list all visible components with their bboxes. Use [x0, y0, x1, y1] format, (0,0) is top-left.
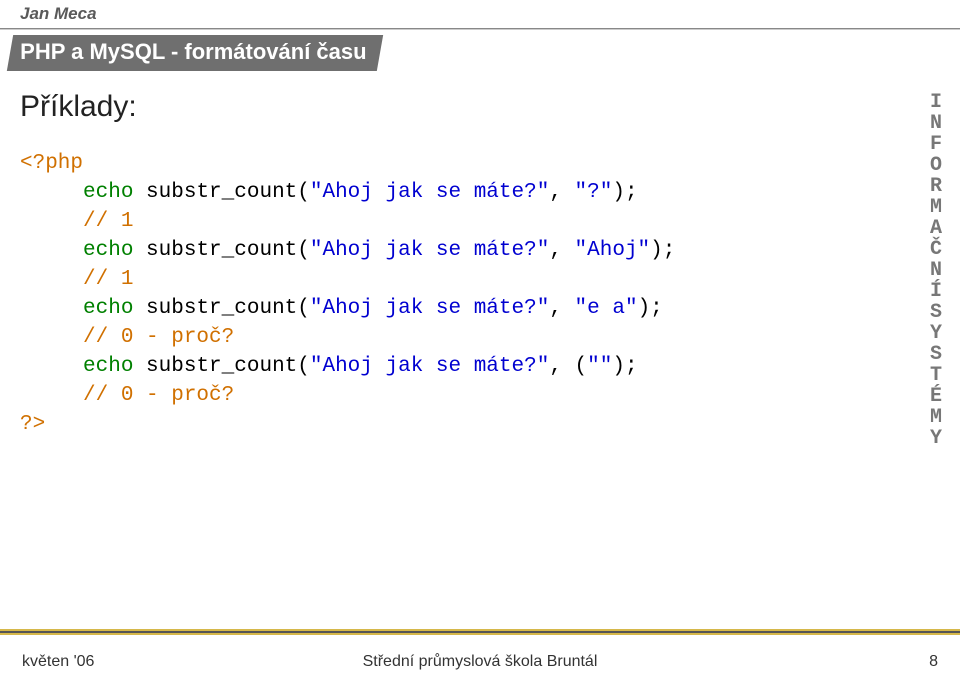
comment: // 0 - proč?: [83, 384, 234, 407]
comma: ,: [549, 239, 574, 262]
comment: // 1: [83, 210, 133, 233]
vert-char: S: [930, 302, 942, 323]
comment: // 1: [83, 268, 133, 291]
vert-char: M: [930, 197, 942, 218]
examples-heading: Příklady:: [20, 90, 880, 124]
top-divider: [0, 28, 960, 29]
vert-char: Í: [930, 281, 942, 302]
paren-close: );: [612, 181, 637, 204]
comma: ,: [549, 181, 574, 204]
footer-divider: [0, 631, 960, 633]
comma: , (: [549, 355, 587, 378]
php-open-tag: <?php: [20, 152, 83, 175]
fn-call: substr_count(: [146, 355, 310, 378]
vert-char: Y: [930, 428, 942, 449]
vert-char: I: [930, 92, 942, 113]
vert-char: O: [930, 155, 942, 176]
string-literal: "Ahoj jak se máte?": [310, 297, 549, 320]
slide-title: PHP a MySQL - formátování času: [20, 39, 366, 65]
echo-keyword: echo: [83, 355, 133, 378]
comma: ,: [549, 297, 574, 320]
vert-char: Č: [930, 239, 942, 260]
vert-char: M: [930, 407, 942, 428]
fn-call: substr_count(: [146, 239, 310, 262]
paren-close: );: [650, 239, 675, 262]
string-literal: "Ahoj jak se máte?": [310, 355, 549, 378]
fn-call: substr_count(: [146, 297, 310, 320]
vert-char: R: [930, 176, 942, 197]
footer-school: Střední průmyslová škola Bruntál: [0, 653, 960, 671]
echo-keyword: echo: [83, 297, 133, 320]
vert-char: N: [930, 260, 942, 281]
vert-char: F: [930, 134, 942, 155]
author-name: Jan Meca: [20, 4, 97, 24]
vert-char: Y: [930, 323, 942, 344]
string-literal: "": [587, 355, 612, 378]
slide-page: Jan Meca PHP a MySQL - formátování času …: [0, 0, 960, 679]
echo-keyword: echo: [83, 239, 133, 262]
code-block: <?php echo substr_count("Ahoj jak se mát…: [20, 150, 880, 440]
php-close-tag: ?>: [20, 413, 45, 436]
vertical-label: I N F O R M A Č N Í S Y S T É M Y: [930, 92, 942, 449]
vert-char: N: [930, 113, 942, 134]
string-literal: "Ahoj": [575, 239, 651, 262]
paren-close: );: [612, 355, 637, 378]
string-literal: "Ahoj jak se máte?": [310, 239, 549, 262]
string-literal: "e a": [575, 297, 638, 320]
slide-title-bar: PHP a MySQL - formátování času: [7, 35, 384, 71]
string-literal: "?": [575, 181, 613, 204]
vert-char: A: [930, 218, 942, 239]
content-area: Příklady: <?php echo substr_count("Ahoj …: [20, 90, 880, 440]
string-literal: "Ahoj jak se máte?": [310, 181, 549, 204]
vert-char: É: [930, 386, 942, 407]
page-number: 8: [929, 653, 938, 671]
vert-char: S: [930, 344, 942, 365]
comment: // 0 - proč?: [83, 326, 234, 349]
echo-keyword: echo: [83, 181, 133, 204]
vert-char: T: [930, 365, 942, 386]
fn-call: substr_count(: [146, 181, 310, 204]
paren-close: );: [638, 297, 663, 320]
